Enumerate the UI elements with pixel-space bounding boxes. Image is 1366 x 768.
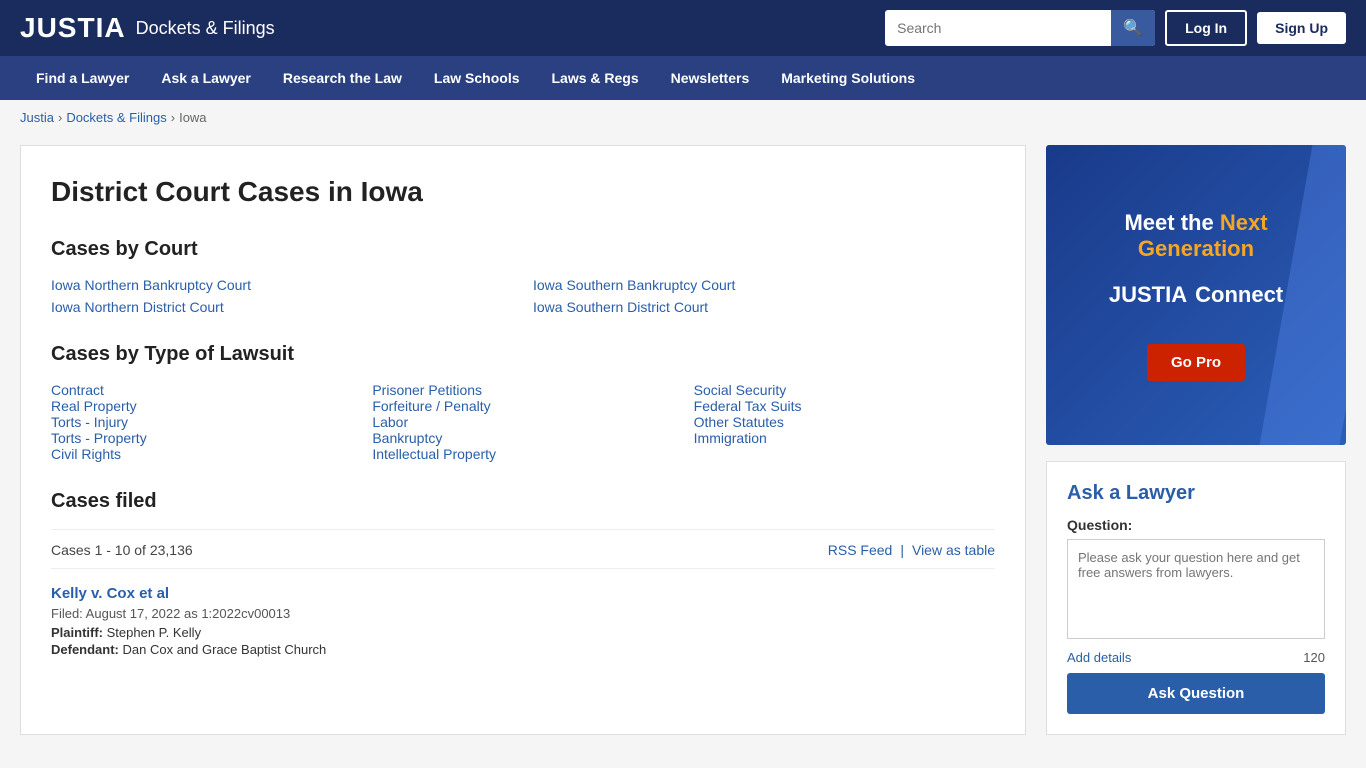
main-layout: District Court Cases in Iowa Cases by Co… [0, 135, 1366, 755]
ad-justia-text: JUSTIA [1109, 282, 1187, 308]
lawsuit-social-security[interactable]: Social Security [694, 382, 787, 398]
lawsuit-col1: Contract Real Property Torts - Injury To… [51, 382, 352, 462]
lawsuit-civil-rights[interactable]: Civil Rights [51, 446, 121, 462]
cases-actions: RSS Feed | View as table [828, 542, 995, 558]
lawsuit-labor[interactable]: Labor [372, 414, 408, 430]
nav-research-law[interactable]: Research the Law [267, 56, 418, 100]
cases-filed-header: Cases 1 - 10 of 23,136 RSS Feed | View a… [51, 542, 995, 558]
ask-lawyer-panel: Ask a Lawyer Question: Add details 120 A… [1046, 461, 1346, 735]
lawsuit-torts-property[interactable]: Torts - Property [51, 430, 147, 446]
breadcrumb-sep-2: › [171, 110, 175, 125]
lawsuit-federal-tax[interactable]: Federal Tax Suits [694, 398, 802, 414]
case-plaintiff: Plaintiff: Stephen P. Kelly [51, 625, 995, 640]
ask-lawyer-title: Ask a Lawyer [1067, 482, 1325, 505]
header-right: 🔍 Log In Sign Up [885, 10, 1346, 46]
plaintiff-value: Stephen P. Kelly [107, 625, 201, 640]
court-iowa-southern-district[interactable]: Iowa Southern District Court [533, 299, 995, 315]
lawsuit-bankruptcy[interactable]: Bankruptcy [372, 430, 442, 446]
court-iowa-northern-district[interactable]: Iowa Northern District Court [51, 299, 513, 315]
lawsuit-torts-injury[interactable]: Torts - Injury [51, 414, 128, 430]
ad-banner: Meet the Next Generation JUSTIA Connect … [1046, 145, 1346, 445]
sidebar: Meet the Next Generation JUSTIA Connect … [1046, 145, 1346, 735]
view-as-table-link[interactable]: View as table [912, 542, 995, 558]
char-count: 120 [1303, 650, 1325, 665]
ad-meet-line: Meet the Next Generation [1066, 210, 1326, 262]
lawsuit-col3: Social Security Federal Tax Suits Other … [694, 382, 995, 462]
ad-connect-text: Connect [1195, 282, 1283, 308]
nav-find-lawyer[interactable]: Find a Lawyer [20, 56, 145, 100]
breadcrumb-justia[interactable]: Justia [20, 110, 54, 125]
ad-meet-text: Meet the [1124, 210, 1213, 235]
plaintiff-label: Plaintiff: [51, 625, 103, 640]
lawsuit-forfeiture[interactable]: Forfeiture / Penalty [372, 398, 490, 414]
case-defendant: Defendant: Dan Cox and Grace Baptist Chu… [51, 642, 995, 657]
nav-marketing[interactable]: Marketing Solutions [765, 56, 931, 100]
logo-area: JUSTIA Dockets & Filings [20, 12, 275, 44]
cases-by-lawsuit-section: Cases by Type of Lawsuit Contract Real P… [51, 343, 995, 462]
court-iowa-southern-bankruptcy[interactable]: Iowa Southern Bankruptcy Court [533, 277, 995, 293]
logo-subtitle: Dockets & Filings [136, 18, 275, 39]
cases-filed-section: Cases filed Cases 1 - 10 of 23,136 RSS F… [51, 490, 995, 675]
add-details-link[interactable]: Add details [1067, 650, 1131, 665]
header: JUSTIA Dockets & Filings 🔍 Log In Sign U… [0, 0, 1366, 56]
nav-newsletters[interactable]: Newsletters [655, 56, 766, 100]
page-title: District Court Cases in Iowa [51, 176, 995, 208]
go-pro-button[interactable]: Go Pro [1147, 344, 1245, 381]
cases-by-court-section: Cases by Court Iowa Northern Bankruptcy … [51, 238, 995, 315]
lawsuit-intellectual[interactable]: Intellectual Property [372, 446, 496, 462]
case-item: Kelly v. Cox et al Filed: August 17, 202… [51, 568, 995, 675]
defendant-value: Dan Cox and Grace Baptist Church [123, 642, 327, 657]
lawsuit-other-statutes[interactable]: Other Statutes [694, 414, 784, 430]
signup-button[interactable]: Sign Up [1257, 12, 1346, 44]
breadcrumb-current: Iowa [179, 110, 206, 125]
question-label: Question: [1067, 517, 1325, 533]
main-nav: Find a Lawyer Ask a Lawyer Research the … [0, 56, 1366, 100]
ad-justia-connect: JUSTIA Connect [1109, 282, 1283, 308]
court-grid: Iowa Northern Bankruptcy Court Iowa Sout… [51, 277, 995, 315]
ask-question-button[interactable]: Ask Question [1067, 673, 1325, 714]
cases-filed-title: Cases filed [51, 490, 995, 513]
court-iowa-northern-bankruptcy[interactable]: Iowa Northern Bankruptcy Court [51, 277, 513, 293]
nav-law-schools[interactable]: Law Schools [418, 56, 536, 100]
defendant-label: Defendant: [51, 642, 119, 657]
breadcrumb: Justia › Dockets & Filings › Iowa [0, 100, 1366, 135]
cases-by-court-title: Cases by Court [51, 238, 995, 261]
search-button[interactable]: 🔍 [1111, 10, 1155, 46]
cases-count: Cases 1 - 10 of 23,136 [51, 542, 193, 558]
logo[interactable]: JUSTIA [20, 12, 126, 44]
add-details-row: Add details 120 [1067, 650, 1325, 665]
rss-feed-link[interactable]: RSS Feed [828, 542, 893, 558]
cases-by-lawsuit-title: Cases by Type of Lawsuit [51, 343, 995, 366]
breadcrumb-sep-1: › [58, 110, 62, 125]
question-textarea[interactable] [1067, 539, 1325, 639]
lawsuit-col2: Prisoner Petitions Forfeiture / Penalty … [372, 382, 673, 462]
content-area: District Court Cases in Iowa Cases by Co… [20, 145, 1026, 735]
search-input[interactable] [885, 12, 1111, 44]
case-filed: Filed: August 17, 2022 as 1:2022cv00013 [51, 606, 995, 621]
search-box: 🔍 [885, 10, 1155, 46]
lawsuit-prisoner[interactable]: Prisoner Petitions [372, 382, 482, 398]
cases-action-sep: | [900, 542, 904, 558]
breadcrumb-dockets[interactable]: Dockets & Filings [66, 110, 166, 125]
nav-laws-regs[interactable]: Laws & Regs [536, 56, 655, 100]
lawsuit-real-property[interactable]: Real Property [51, 398, 137, 414]
lawsuit-immigration[interactable]: Immigration [694, 430, 767, 446]
nav-ask-lawyer[interactable]: Ask a Lawyer [145, 56, 267, 100]
case-title[interactable]: Kelly v. Cox et al [51, 585, 995, 602]
divider [51, 529, 995, 530]
lawsuit-contract[interactable]: Contract [51, 382, 104, 398]
login-button[interactable]: Log In [1165, 10, 1247, 46]
lawsuit-grid: Contract Real Property Torts - Injury To… [51, 382, 995, 462]
